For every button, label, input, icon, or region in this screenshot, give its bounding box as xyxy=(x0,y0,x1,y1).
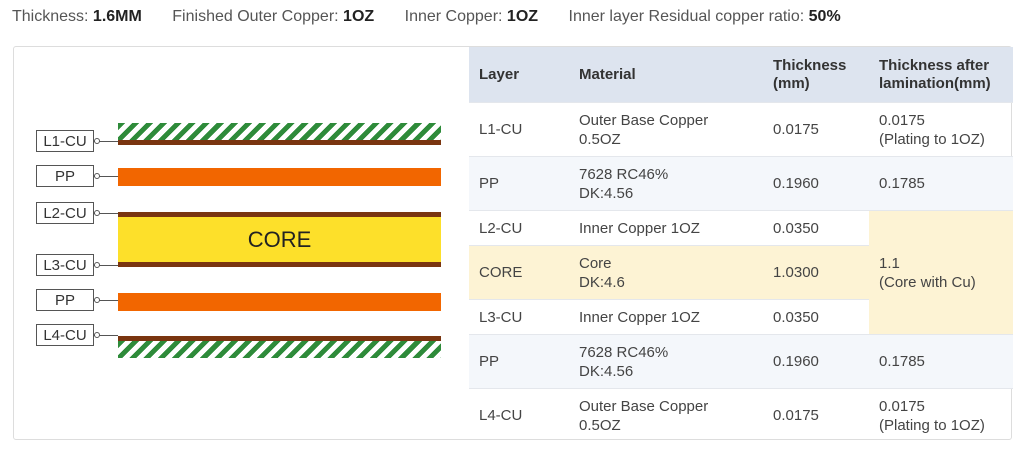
connector-dot xyxy=(94,210,100,216)
col-header-thickness-after: Thickness after lamination(mm) xyxy=(869,47,1013,103)
table-row: L2-CU Inner Copper 1OZ 0.0350 1.1 (Core w… xyxy=(469,210,1013,335)
copper-base-l1 xyxy=(118,140,441,145)
cell-material: Outer Base Copper 0.5OZ xyxy=(569,388,763,443)
table-row: L4-CU Outer Base Copper 0.5OZ 0.0175 0.01… xyxy=(469,388,1013,443)
cell-layer: L3-CU xyxy=(469,299,569,335)
spec-outer-copper: Finished Outer Copper: 1OZ xyxy=(172,8,375,25)
copper-layer-l4 xyxy=(118,341,441,358)
table-row: L1-CU Outer Base Copper 0.5OZ 0.0175 0.01… xyxy=(469,102,1013,157)
cell-thickness: 0.0350 xyxy=(763,210,869,246)
cell-material: 7628 RC46% DK:4.56 xyxy=(569,156,763,211)
cell-thickness-after: 0.1785 xyxy=(869,156,1013,211)
cell-thickness: 0.0350 xyxy=(763,299,869,335)
cell-thickness: 0.0175 xyxy=(763,102,869,157)
cell-layer: PP xyxy=(469,156,569,211)
cell-material: Inner Copper 1OZ xyxy=(569,210,763,246)
cell-thickness: 1.0300 xyxy=(763,245,869,300)
prepreg-layer-1 xyxy=(118,168,441,186)
stackup-table: Layer Material Thickness (mm) Thickness a… xyxy=(469,47,1013,443)
layer-label-l1: L1-CU xyxy=(36,130,94,152)
cell-thickness: 0.1960 xyxy=(763,334,869,389)
copper-layer-l1 xyxy=(118,123,441,140)
spec-summary: Thickness: 1.6MM Finished Outer Copper: … xyxy=(12,8,867,26)
layer-label-l4: L4-CU xyxy=(36,324,94,346)
stackup-diagram: L1-CU PP L2-CU CORE L3-CU PP L4-CU xyxy=(14,47,469,441)
cell-layer: PP xyxy=(469,334,569,389)
cell-thickness-after: 0.0175 (Plating to 1OZ) xyxy=(869,388,1013,443)
cell-layer: L1-CU xyxy=(469,102,569,157)
table-row: PP 7628 RC46% DK:4.56 0.1960 0.1785 xyxy=(469,334,1013,389)
cell-thickness-after: 0.1785 xyxy=(869,334,1013,389)
cell-thickness: 0.0175 xyxy=(763,388,869,443)
cell-material: Core DK:4.6 xyxy=(569,245,763,300)
table-row: PP 7628 RC46% DK:4.56 0.1960 0.1785 xyxy=(469,156,1013,211)
cell-layer: L4-CU xyxy=(469,388,569,443)
spec-residual-copper: Inner layer Residual copper ratio: 50% xyxy=(568,8,841,25)
layer-label-pp1: PP xyxy=(36,165,94,187)
connector-dot xyxy=(94,138,100,144)
cell-material: Outer Base Copper 0.5OZ xyxy=(569,102,763,157)
cell-thickness: 0.1960 xyxy=(763,156,869,211)
connector-dot xyxy=(94,332,100,338)
cell-material: 7628 RC46% DK:4.56 xyxy=(569,334,763,389)
connector-dot xyxy=(94,297,100,303)
prepreg-layer-2 xyxy=(118,293,441,311)
copper-layer-l3 xyxy=(118,262,441,267)
spec-inner-copper: Inner Copper: 1OZ xyxy=(404,8,539,25)
layer-label-pp2: PP xyxy=(36,289,94,311)
cell-thickness-after-merged: 1.1 (Core with Cu) xyxy=(869,210,1013,335)
core-layer: CORE xyxy=(118,217,441,262)
cell-thickness-after: 0.0175 (Plating to 1OZ) xyxy=(869,102,1013,157)
table-header-row: Layer Material Thickness (mm) Thickness a… xyxy=(469,47,1013,103)
cell-layer: L2-CU xyxy=(469,210,569,246)
col-header-layer: Layer xyxy=(469,47,569,103)
col-header-material: Material xyxy=(569,47,763,103)
col-header-thickness: Thickness (mm) xyxy=(763,47,869,103)
layer-label-l3: L3-CU xyxy=(36,254,94,276)
cell-material: Inner Copper 1OZ xyxy=(569,299,763,335)
layer-label-l2: L2-CU xyxy=(36,202,94,224)
spec-thickness: Thickness: 1.6MM xyxy=(12,8,142,25)
cell-layer: CORE xyxy=(469,245,569,300)
connector-dot xyxy=(94,173,100,179)
connector-dot xyxy=(94,262,100,268)
stackup-panel: L1-CU PP L2-CU CORE L3-CU PP L4-CU Layer… xyxy=(13,46,1013,443)
